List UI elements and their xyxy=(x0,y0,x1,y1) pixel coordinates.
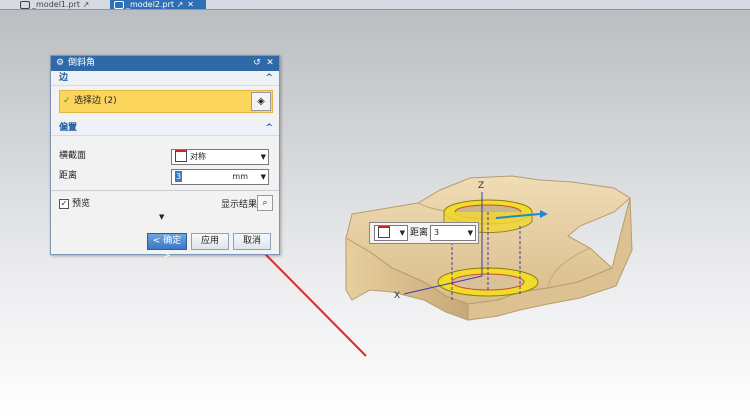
distance-label: 距离 xyxy=(59,171,78,181)
cross-section-dropdown[interactable]: 对称 ▼ xyxy=(171,149,269,165)
preview-label: 预览 xyxy=(72,199,91,209)
float-distance-label: 距离 xyxy=(410,228,429,238)
edge-section-title: 边 xyxy=(59,73,69,83)
select-edge-label: 选择边 (2) xyxy=(74,96,117,106)
apply-button[interactable]: 应用 xyxy=(191,233,229,250)
cube-select-icon[interactable]: ◈ xyxy=(251,92,271,111)
chevron-down-icon: ▼ xyxy=(260,173,266,181)
checkmark-icon: ✓ xyxy=(63,96,71,106)
distance-value: 3 xyxy=(175,171,183,182)
select-edge-row[interactable]: ✓ 选择边 (2) ◈ xyxy=(59,90,273,113)
chevron-down-icon: ▼ xyxy=(399,229,405,237)
part-model[interactable] xyxy=(345,175,633,321)
offset-section-title: 偏置 xyxy=(59,123,78,133)
floating-distance-toolbar: ▼ 距离 3 ▼ xyxy=(369,222,479,244)
collapse-caret-icon[interactable]: ^ xyxy=(265,121,273,135)
chamfer-dialog: ⚙ 倒斜角 ↺ ✕ 边 ^ ✓ 选择边 (2) ◈ 偏置 ^ 横截面 对称 ▼ 距… xyxy=(50,55,280,261)
distance-unit: mm xyxy=(232,172,248,181)
x-axis-label: X xyxy=(394,291,400,301)
cross-section-mini-dropdown[interactable]: ▼ xyxy=(374,225,408,241)
preview-checkbox[interactable]: ✓ xyxy=(59,198,69,209)
magnifier-icon[interactable]: ⌕ xyxy=(257,195,273,211)
dialog-title-bar: ⚙ 倒斜角 ↺ ✕ xyxy=(51,56,279,71)
distance-input[interactable]: 3 mm ▼ xyxy=(171,169,269,185)
ok-button[interactable]: < 确定 > xyxy=(147,233,187,261)
cross-section-label: 横截面 xyxy=(59,151,87,161)
chevron-down-icon: ▼ xyxy=(467,229,473,237)
cross-section-value: 对称 xyxy=(190,152,206,161)
dialog-title: 倒斜角 xyxy=(68,58,96,68)
offset-section-header[interactable]: 偏置 ^ xyxy=(51,121,279,136)
expand-more-icon[interactable]: ▼ xyxy=(159,213,164,221)
float-distance-input[interactable]: 3 ▼ xyxy=(430,225,476,241)
show-result-label: 显示结果 xyxy=(221,200,258,210)
preview-row[interactable]: ✓ 预览 xyxy=(59,197,90,211)
chevron-down-icon: ▼ xyxy=(260,153,266,161)
gear-icon[interactable]: ⚙ xyxy=(56,56,64,71)
reset-icon[interactable]: ↺ xyxy=(251,56,263,71)
collapse-caret-icon[interactable]: ^ xyxy=(265,71,273,85)
divider xyxy=(51,190,279,191)
symmetric-dimension-icon xyxy=(378,225,390,238)
z-axis-label: Z xyxy=(478,181,484,191)
symmetric-dimension-icon xyxy=(175,149,187,162)
cancel-button[interactable]: 取消 xyxy=(233,233,271,250)
edge-section-header[interactable]: 边 ^ xyxy=(51,71,279,86)
float-distance-value: 3 xyxy=(434,228,440,237)
close-icon[interactable]: ✕ xyxy=(264,56,276,71)
